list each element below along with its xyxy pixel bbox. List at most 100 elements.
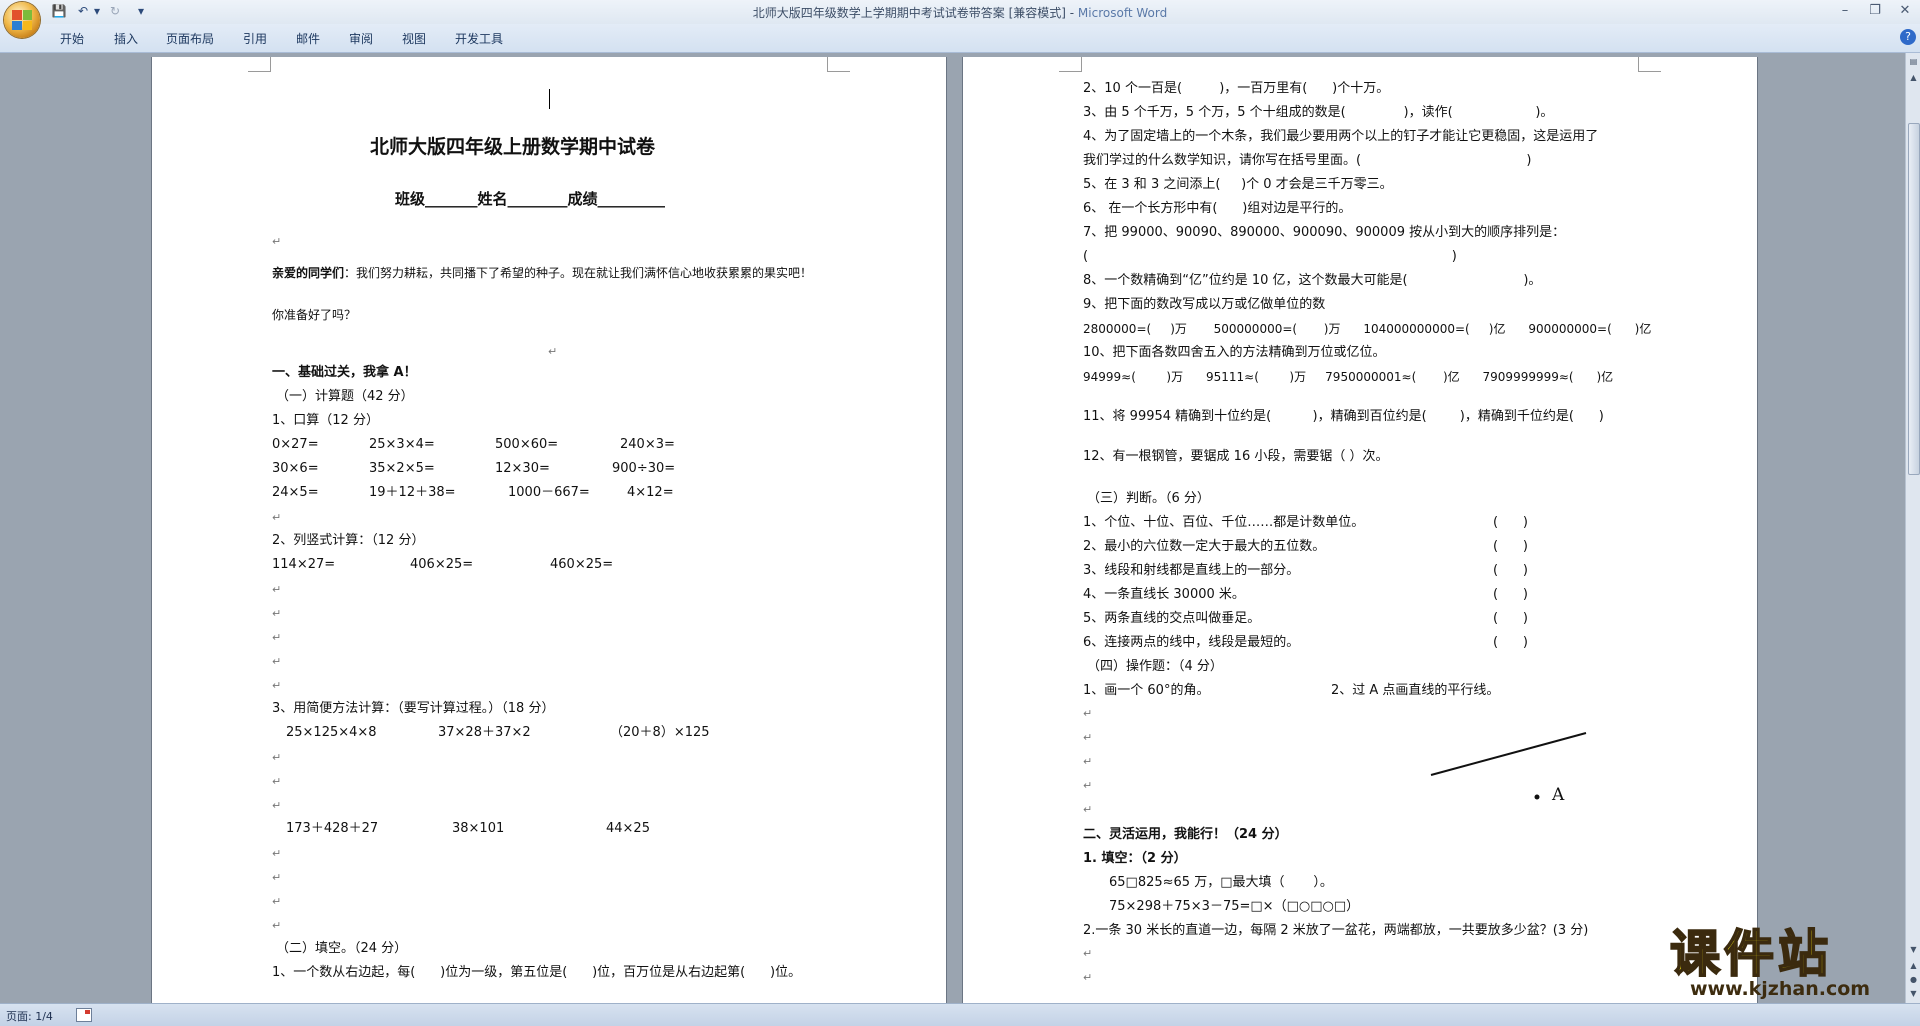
vertical-item: 406×25= — [410, 557, 474, 572]
greeting: 亲爱的同学们：我们努力耕耘，共同播下了希望的种子。现在就让我们满怀信心地收获累累… — [272, 265, 812, 281]
paragraph-mark-icon: ↵ — [272, 235, 282, 248]
paragraph-mark-icon: ↵ — [272, 655, 282, 668]
office-button[interactable] — [4, 2, 40, 38]
paragraph-mark-icon: ↵ — [1083, 803, 1093, 816]
paragraph-mark-icon: ↵ — [272, 775, 282, 788]
simplify-item: 44×25 — [606, 821, 650, 836]
vertical-item: 114×27= — [272, 557, 336, 572]
paragraph-mark-icon: ↵ — [272, 511, 282, 524]
page-indicator[interactable]: 页面: 1/4 — [6, 1008, 53, 1024]
paragraph-mark-icon: ↵ — [272, 751, 282, 764]
paragraph-mark-icon: ↵ — [272, 631, 282, 644]
paragraph-mark-icon: ↵ — [272, 799, 282, 812]
paragraph-mark-icon: ↵ — [272, 679, 282, 692]
paragraph-mark-icon: ↵ — [272, 919, 282, 932]
simplify-item: 38×101 — [452, 821, 505, 836]
oral-item: 240×3= — [620, 437, 675, 452]
watermark-logo: 课件站 — [1669, 925, 1832, 983]
paragraph-mark-icon: ↵ — [1083, 755, 1093, 768]
tab-references[interactable]: 引用 — [243, 30, 267, 47]
vertical-item: 460×25= — [550, 557, 614, 572]
question-simplify: 3、用简便方法计算：（要写计算过程。）（18 分） — [272, 701, 555, 716]
site-watermark: 课件站 www.kjzhan.com — [1668, 925, 1900, 1004]
fill-item-b: 75×298＋75×3－75=□×（□○□○□） — [1109, 899, 1360, 914]
student-info-line: 班级_______姓名________成绩_________ — [395, 190, 666, 208]
document-page-1[interactable]: 北师大版四年级上册数学期中试卷 班级_______姓名________成绩___… — [152, 57, 946, 1007]
watermark-url: www.kjzhan.com — [1690, 978, 1871, 1000]
paragraph-mark-icon: ↵ — [1083, 971, 1093, 984]
simplify-item: 173＋428＋27 — [286, 821, 379, 836]
oral-item: 19＋12＋38= — [369, 485, 456, 500]
previous-page-icon[interactable]: ▲ — [1907, 959, 1920, 973]
next-page-icon[interactable]: ▼ — [1907, 987, 1920, 1001]
subsection-calculation: （一）计算题（42 分） — [276, 389, 414, 404]
greeting-text: ：我们努力耕耘，共同播下了希望的种子。现在就让我们满怀信心地收获累累的果实吧！ — [344, 266, 813, 280]
ready-text: 你准备好了吗？ — [272, 308, 357, 322]
close-button[interactable]: ✕ — [1890, 0, 1920, 20]
simplify-item: 25×125×4×8 — [286, 725, 377, 740]
paragraph-mark-icon: ↵ — [272, 847, 282, 860]
oral-item: 30×6= — [272, 461, 319, 476]
office-logo-icon — [12, 10, 32, 30]
document-area[interactable]: 北师大版四年级上册数学期中试卷 班级_______姓名________成绩___… — [0, 53, 1905, 1007]
fill-item-a: 65□825≈65 万，□最大填（ ）。 — [1109, 875, 1333, 890]
oral-item: 900÷30= — [612, 461, 676, 476]
oral-item: 25×3×4= — [369, 437, 435, 452]
minimize-button[interactable]: – — [1830, 0, 1860, 20]
scroll-up-icon[interactable]: ▲ — [1907, 71, 1920, 85]
scrollbar-thumb[interactable] — [1908, 123, 1920, 475]
section-2-heading: 二、灵活运用，我能行！（24 分） — [1083, 827, 1288, 842]
help-icon[interactable]: ? — [1900, 29, 1916, 45]
tab-home[interactable]: 开始 — [60, 30, 84, 47]
paragraph-mark-icon: ↵ — [548, 345, 558, 358]
status-bar: 页面: 1/4 — [0, 1003, 1920, 1026]
oral-item: 12×30= — [495, 461, 550, 476]
scroll-down-icon[interactable]: ▼ — [1907, 943, 1920, 957]
oral-item: 500×60= — [495, 437, 559, 452]
paragraph-mark-icon: ↵ — [1083, 947, 1093, 960]
fill-heading: 1. 填空：（2 分） — [1083, 851, 1187, 866]
restore-button[interactable]: ❐ — [1860, 0, 1890, 20]
document-title: 北师大版四年级数学上学期期中考试试卷带答案 [兼容模式] - — [752, 6, 1078, 20]
title-bar: 💾 ↶ ▾ ↻ ▾ 北师大版四年级数学上学期期中考试试卷带答案 [兼容模式] -… — [0, 0, 1920, 38]
proofing-status-icon[interactable] — [76, 1008, 92, 1022]
window-title: 北师大版四年级数学上学期期中考试试卷带答案 [兼容模式] - Microsoft… — [0, 4, 1920, 21]
tab-insert[interactable]: 插入 — [114, 30, 138, 47]
vertical-scrollbar[interactable]: ▤ ▲ ▼ ▲ ● ▼ — [1905, 53, 1920, 1003]
crop-mark — [827, 57, 850, 72]
question-oral: 1、口算（12 分） — [272, 413, 379, 428]
document-page-2[interactable]: 2、10 个一百是( )，一百万里有( )个十万。 3、由 5 个千万，5 个万… — [963, 57, 1757, 1007]
tab-mailings[interactable]: 邮件 — [296, 30, 320, 47]
paragraph-mark-icon: ↵ — [272, 607, 282, 620]
paragraph-mark-icon: ↵ — [1083, 707, 1093, 720]
paragraph-mark-icon: ↵ — [1083, 779, 1093, 792]
oral-item: 0×27= — [272, 437, 319, 452]
browse-object-icon[interactable]: ● — [1907, 973, 1920, 987]
text-cursor — [549, 89, 550, 109]
question-vertical: 2、列竖式计算：（12 分） — [272, 533, 425, 548]
exam-title: 北师大版四年级上册数学期中试卷 — [370, 136, 656, 158]
tab-developer[interactable]: 开发工具 — [455, 30, 503, 47]
simplify-item: 37×28＋37×2 — [438, 725, 531, 740]
ribbon-tab-bar: 开始 插入 页面布局 引用 邮件 审阅 视图 开发工具 — [0, 24, 1920, 53]
fill-question-1: 1、一个数从右边起，每( )位为一级，第五位是( )位，百万位是从右边起第( )… — [272, 965, 802, 980]
oral-item: 35×2×5= — [369, 461, 435, 476]
oral-item: 1000－667= — [508, 485, 590, 500]
section-1-heading: 一、基础过关，我拿 A！ — [272, 365, 417, 380]
paragraph-mark-icon: ↵ — [272, 895, 282, 908]
tab-page-layout[interactable]: 页面布局 — [166, 30, 214, 47]
subsection-fill: （二）填空。（24 分） — [276, 941, 408, 956]
point-a-label: A — [1552, 785, 1565, 805]
oral-item: 24×5= — [272, 485, 319, 500]
crop-mark — [248, 57, 271, 72]
tab-view[interactable]: 视图 — [402, 30, 426, 47]
paragraph-mark-icon: ↵ — [272, 583, 282, 596]
simplify-item: （20＋8）×125 — [610, 725, 710, 740]
tab-review[interactable]: 审阅 — [349, 30, 373, 47]
paragraph-mark-icon: ↵ — [272, 871, 282, 884]
ruler-toggle-icon[interactable]: ▤ — [1907, 55, 1920, 69]
paragraph-mark-icon: ↵ — [1083, 731, 1093, 744]
oral-item: 4×12= — [627, 485, 674, 500]
word-problem-2: 2.一条 30 米长的直道一边，每隔 2 米放了一盆花，两端都放，一共要放多少盆… — [1083, 923, 1589, 938]
greeting-bold: 亲爱的同学们 — [272, 266, 345, 280]
